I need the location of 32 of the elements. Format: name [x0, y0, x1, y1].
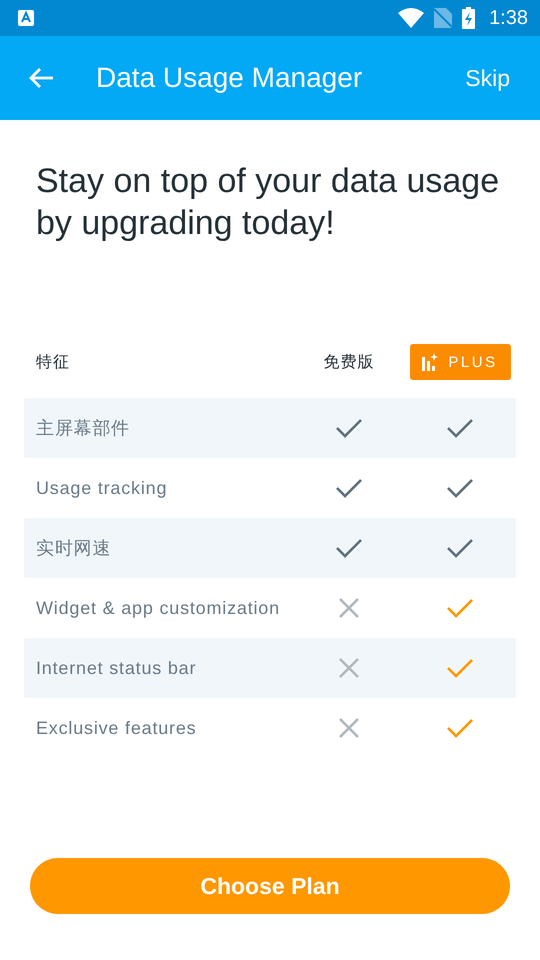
cross-icon: [338, 597, 360, 619]
check-icon: [446, 657, 474, 679]
back-arrow-icon[interactable]: [28, 67, 54, 89]
check-icon: [446, 717, 474, 739]
headline: Stay on top of your data usage by upgrading today!: [36, 161, 500, 244]
feature-label: Internet status bar: [35, 658, 198, 678]
feature-label: 主屏幕部件: [35, 417, 131, 440]
accessibility-icon: [18, 10, 34, 26]
cross-icon: [338, 717, 360, 739]
wifi-icon: [398, 8, 424, 28]
check-icon: [335, 417, 363, 439]
feature-label: 实时网速: [35, 537, 112, 560]
feature-label: Widget & app customization: [35, 598, 281, 618]
choose-plan-button[interactable]: Choose Plan: [30, 858, 510, 914]
check-icon: [335, 537, 363, 559]
no-sim-icon: [434, 8, 452, 28]
status-time: 1:38: [489, 6, 528, 30]
column-heading: 免费版: [324, 352, 374, 372]
skip-button[interactable]: Skip: [465, 64, 510, 92]
check-icon: [335, 477, 363, 499]
check-icon: [446, 537, 474, 559]
plus-badge: PLUS: [410, 344, 510, 380]
chart-sparkle-icon: [422, 353, 438, 371]
feature-label: Exclusive features: [35, 718, 198, 738]
column-heading: 特征: [35, 352, 71, 372]
feature-label: Usage tracking: [35, 478, 168, 498]
check-icon: [446, 477, 474, 499]
check-icon: [446, 597, 474, 619]
cross-icon: [338, 657, 360, 679]
battery-icon: [462, 7, 476, 29]
app-bar-title: Data Usage Manager: [96, 62, 364, 94]
check-icon: [446, 417, 474, 439]
